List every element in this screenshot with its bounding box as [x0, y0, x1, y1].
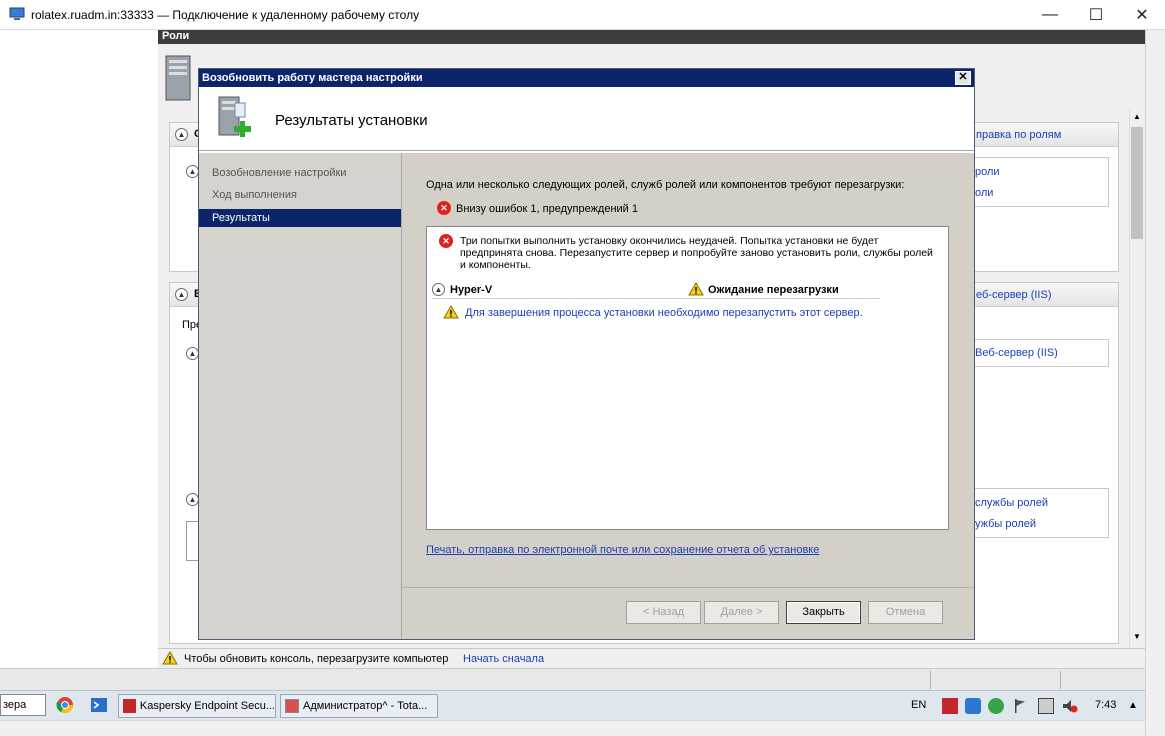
- close-window-button[interactable]: ✕: [1119, 0, 1165, 30]
- taskbar-item-kaspersky[interactable]: Kaspersky Endpoint Secu...: [118, 694, 276, 718]
- chrome-icon[interactable]: [56, 696, 74, 714]
- error-icon: ✕: [437, 201, 451, 215]
- taskbar-item-label: Администратор^ - Tota...: [303, 700, 428, 712]
- rdp-right-edge: [1145, 30, 1165, 736]
- errors-summary: Внизу ошибок 1, предупреждений 1: [456, 203, 639, 215]
- collapse-icon[interactable]: ▲: [432, 283, 445, 296]
- role-services-box: службы ролей ужбы ролей: [966, 488, 1109, 538]
- warning-icon: [688, 282, 704, 296]
- server-icon: [160, 52, 200, 104]
- dialog-heading: Результаты установки: [275, 112, 428, 129]
- clock[interactable]: 7:43: [1095, 699, 1116, 711]
- next-button[interactable]: Далее >: [704, 601, 779, 624]
- status-bar: Чтобы обновить консоль, перезагрузите ко…: [158, 648, 1145, 668]
- role-name: Hyper-V: [450, 284, 493, 296]
- kaspersky-tray-icon[interactable]: [942, 698, 958, 714]
- dialog-title-bar: Возобновить работу мастера настройки ✕: [199, 69, 974, 87]
- error-message: Три попытки выполнить установку окончили…: [460, 235, 933, 271]
- update-tray-icon[interactable]: [988, 698, 1004, 714]
- remote-desktop-icon: [9, 7, 25, 21]
- warning-icon: [443, 305, 459, 319]
- dialog-header: Результаты установки: [199, 87, 974, 151]
- kaspersky-icon: [123, 699, 136, 713]
- nav-item-resume[interactable]: Возобновление настройки: [212, 167, 346, 179]
- role-status: Ожидание перезагрузки: [708, 284, 839, 296]
- collapse-icon[interactable]: ▲: [175, 128, 188, 141]
- web-server-head-link[interactable]: еб-сервер (IIS): [976, 289, 1051, 301]
- resume-wizard-dialog: Возобновить работу мастера настройки ✕ Р…: [198, 68, 975, 640]
- restart-console-message: Чтобы обновить консоль, перезагрузите ко…: [184, 653, 449, 665]
- volume-muted-icon[interactable]: [1062, 698, 1078, 714]
- minimize-button[interactable]: —: [1027, 0, 1073, 30]
- divider: [930, 671, 931, 689]
- cancel-button[interactable]: Отмена: [868, 601, 943, 624]
- remove-role-services-link[interactable]: ужбы ролей: [975, 518, 1036, 530]
- divider: [432, 298, 880, 299]
- warning-icon: [162, 651, 178, 665]
- powershell-icon[interactable]: [90, 696, 108, 714]
- divider: [1060, 671, 1061, 689]
- remove-roles-link[interactable]: оли: [975, 187, 993, 199]
- flag-icon[interactable]: [1013, 698, 1027, 714]
- error-icon: ✕: [439, 234, 453, 248]
- wizard-content: Одна или несколько следующих ролей, служ…: [401, 153, 974, 587]
- back-button[interactable]: < Назад: [626, 601, 701, 624]
- roles-tasks-box: роли оли: [966, 157, 1109, 207]
- search-input[interactable]: зера: [0, 694, 46, 716]
- restart-warning-message: Для завершения процесса установки необхо…: [465, 307, 863, 319]
- scroll-up-icon[interactable]: ▲: [1131, 112, 1143, 124]
- close-button[interactable]: Закрыть: [786, 601, 861, 624]
- dialog-title: Возобновить работу мастера настройки: [202, 72, 423, 84]
- taskbar-item-label: Kaspersky Endpoint Secu...: [139, 700, 275, 712]
- server-add-role-icon: [211, 95, 257, 143]
- nav-item-progress[interactable]: Ход выполнения: [212, 189, 297, 201]
- language-indicator[interactable]: EN: [911, 699, 926, 711]
- restart-required-intro: Одна или несколько следующих ролей, служ…: [426, 179, 905, 191]
- wizard-footer: < Назад Далее > Закрыть Отмена: [401, 587, 974, 639]
- add-roles-link[interactable]: роли: [975, 166, 1000, 178]
- dialog-close-button[interactable]: ✕: [955, 71, 971, 85]
- add-role-services-link[interactable]: службы ролей: [975, 497, 1048, 509]
- skype-tray-icon[interactable]: [965, 698, 981, 714]
- maximize-button[interactable]: ☐: [1073, 0, 1119, 30]
- web-server-box: Веб-сервер (IIS): [966, 339, 1109, 367]
- nav-item-results[interactable]: Результаты: [199, 209, 401, 227]
- rdp-blank-area: [0, 30, 158, 666]
- restart-link[interactable]: Начать сначала: [463, 653, 544, 665]
- rdp-window-title: rolatex.ruadm.in:33333 — Подключение к у…: [31, 8, 420, 22]
- roles-header: Роли: [158, 30, 1145, 44]
- help-roles-link[interactable]: правка по ролям: [976, 129, 1061, 141]
- rdp-title-bar: rolatex.ruadm.in:33333 — Подключение к у…: [0, 0, 1165, 30]
- web-server-link[interactable]: Веб-сервер (IIS): [975, 347, 1058, 359]
- wizard-navigation: Возобновление настройки Ход выполнения Р…: [199, 153, 401, 639]
- taskbar-item-totalcmd[interactable]: Администратор^ - Tota...: [280, 694, 438, 718]
- results-box: ✕ Три попытки выполнить установку окончи…: [426, 226, 949, 530]
- collapse-icon[interactable]: ▲: [175, 288, 188, 301]
- scroll-down-icon[interactable]: ▼: [1131, 632, 1143, 644]
- taskbar: зера Kaspersky Endpoint Secu... Админист…: [0, 690, 1145, 720]
- report-link[interactable]: Печать, отправка по электронной почте ил…: [426, 544, 819, 556]
- show-desktop-icon[interactable]: ▲: [1128, 700, 1138, 711]
- rdp-bottom-strip: [0, 668, 1145, 690]
- network-icon[interactable]: [1038, 698, 1054, 714]
- total-commander-icon: [285, 699, 299, 713]
- horizontal-scrollbar[interactable]: [0, 720, 1145, 736]
- scroll-thumb[interactable]: [1131, 127, 1143, 239]
